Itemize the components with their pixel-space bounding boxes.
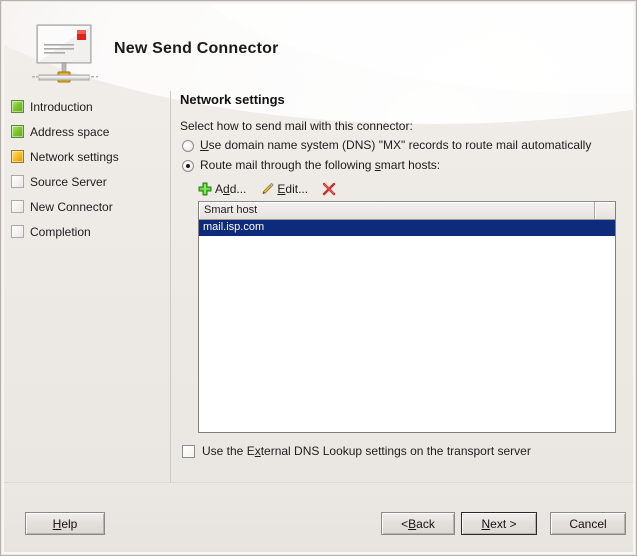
list-header-row: Smart host <box>199 202 615 220</box>
cancel-button[interactable]: Cancel <box>550 512 626 535</box>
step-complete-icon <box>11 125 24 138</box>
step-complete-icon <box>11 100 24 113</box>
delete-x-icon <box>322 182 336 196</box>
column-header-spare[interactable] <box>595 202 615 219</box>
radio-dns-mx[interactable] <box>182 140 194 152</box>
new-send-connector-wizard-window: New Send Connector Introduction Address … <box>0 0 637 556</box>
sidebar-item-label: New Connector <box>30 199 113 214</box>
next-button[interactable]: Next > <box>461 512 537 535</box>
wizard-step-list: Introduction Address space Network setti… <box>4 94 167 244</box>
sidebar-content-divider <box>170 91 171 482</box>
label-pre: < <box>401 516 409 531</box>
radio-label-text-post: mart hosts: <box>380 158 441 172</box>
edit-button-label: Edit... <box>277 182 308 196</box>
accel-char: H <box>52 516 62 531</box>
network-settings-panel: Network settings Select how to send mail… <box>180 92 625 458</box>
list-item[interactable]: mail.isp.com <box>199 220 615 236</box>
radio-row-smart-hosts[interactable]: Route mail through the following smart h… <box>180 158 625 173</box>
edit-button[interactable]: Edit... <box>260 182 308 196</box>
sidebar-item-label: Completion <box>30 224 91 239</box>
radio-smart-hosts[interactable] <box>182 160 194 172</box>
radio-label-text: se domain name system (DNS) "MX" records… <box>208 138 592 152</box>
sidebar-item-label: Introduction <box>30 99 93 114</box>
sidebar-item-new-connector[interactable]: New Connector <box>4 194 167 219</box>
help-button[interactable]: Help <box>25 512 105 535</box>
label-pre: A <box>215 182 224 196</box>
label-post: dit... <box>285 182 309 196</box>
wizard-footer: Help < Back Next > Cancel <box>4 482 635 554</box>
back-button-label: ack <box>416 516 435 531</box>
cancel-button-label: Cancel <box>569 516 607 531</box>
sidebar-item-label: Network settings <box>30 149 119 164</box>
label-post: d... <box>229 182 247 196</box>
accel-char: B <box>408 516 417 531</box>
radio-label-dns-mx: Use domain name system (DNS) "MX" record… <box>200 138 591 153</box>
sidebar-item-address-space[interactable]: Address space <box>4 119 167 144</box>
radio-label-text-pre: Route mail through the following <box>200 158 375 172</box>
step-current-icon <box>11 150 24 163</box>
radio-row-dns-mx[interactable]: Use domain name system (DNS) "MX" record… <box>180 138 625 153</box>
column-header-smart-host[interactable]: Smart host <box>199 202 595 219</box>
smart-host-list[interactable]: Smart host mail.isp.com <box>198 201 616 433</box>
sidebar-item-source-server[interactable]: Source Server <box>4 169 167 194</box>
edit-pencil-icon <box>262 182 274 195</box>
sidebar-item-network-settings[interactable]: Network settings <box>4 144 167 169</box>
accel-char: U <box>200 138 209 152</box>
add-button-label: Add... <box>215 182 246 196</box>
step-pending-icon <box>11 225 24 238</box>
sidebar-item-completion[interactable]: Completion <box>4 219 167 244</box>
section-heading: Network settings <box>180 92 285 107</box>
radio-label-smart-hosts: Route mail through the following smart h… <box>200 158 440 173</box>
sidebar-item-label: Address space <box>30 124 110 139</box>
label-pre: Use the E <box>202 444 255 458</box>
instruction-text: Select how to send mail with this connec… <box>180 119 413 133</box>
back-button[interactable]: < Back <box>381 512 455 535</box>
send-connector-envelope-icon <box>32 24 98 83</box>
wizard-body: New Send Connector Introduction Address … <box>4 4 635 482</box>
external-dns-lookup-label: Use the External DNS Lookup settings on … <box>202 444 531 458</box>
sidebar-item-introduction[interactable]: Introduction <box>4 94 167 119</box>
step-pending-icon <box>11 175 24 188</box>
list-rows: mail.isp.com <box>199 220 615 236</box>
external-dns-lookup-checkbox[interactable] <box>182 445 195 458</box>
add-button[interactable]: Add... <box>198 182 246 196</box>
help-button-label: elp <box>61 516 78 531</box>
accel-char: N <box>481 516 491 531</box>
delete-button[interactable] <box>322 182 339 196</box>
accel-char: d <box>223 182 230 196</box>
page-title: New Send Connector <box>114 40 279 57</box>
next-button-label: ext > <box>490 516 517 531</box>
external-dns-lookup-row[interactable]: Use the External DNS Lookup settings on … <box>180 444 625 458</box>
sidebar-item-label: Source Server <box>30 174 107 189</box>
wizard-header: New Send Connector <box>4 4 635 88</box>
smart-host-toolbar: Add... Edit... <box>198 182 625 196</box>
step-pending-icon <box>11 200 24 213</box>
label-post: ternal DNS Lookup settings on the transp… <box>260 444 531 458</box>
add-plus-icon <box>198 182 212 196</box>
